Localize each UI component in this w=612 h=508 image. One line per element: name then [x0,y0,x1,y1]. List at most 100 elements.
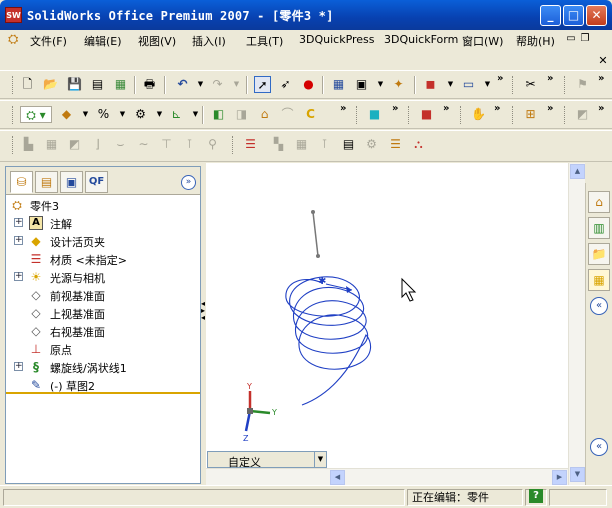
configuration-select[interactable]: 自定义 ▼ [207,451,327,469]
menu-window[interactable]: 窗口(W) [462,33,503,49]
expand-task-pane-icon[interactable]: « [590,297,608,315]
menu-file[interactable]: 文件(F) [30,33,67,49]
expand-icon[interactable]: + [14,236,23,245]
display-mode-icon[interactable]: ◆ [58,106,75,123]
minimize-button[interactable]: _ [540,5,561,26]
doc-restore-button[interactable]: ❐ [578,32,592,46]
scroll-left-icon[interactable]: ◀ [330,470,345,485]
toolbar-overflow-icon[interactable]: » [443,103,449,114]
sheet-metal-icon[interactable]: ☰ [242,136,259,153]
rebuild-icon[interactable]: ● [300,76,317,93]
tree-item-design-binder[interactable]: + ◆ 设计活页夹 [6,232,200,250]
feature-sweep-icon[interactable]: ⌂ [256,106,273,123]
menu-view[interactable]: 视图(V) [138,33,176,49]
toolbar-grip[interactable] [232,136,235,154]
tree-item-helix[interactable]: + § 螺旋线/涡状线1 [6,358,200,376]
make-assembly-icon[interactable]: ▦ [112,76,129,93]
sketch-color-icon[interactable]: ■ [366,106,383,123]
menu-edit[interactable]: 编辑(E) [84,33,122,49]
tree-item-front-plane[interactable]: ◇ 前视基准面 [6,286,200,304]
select-other-icon[interactable]: ➶ [277,76,294,93]
panel-splitter[interactable]: ◂ ▸ ◂ [201,300,205,322]
toolbar-overflow-icon[interactable]: » [547,73,553,84]
rollback-bar[interactable] [6,392,200,394]
doc-minimize-button[interactable]: ▭ [564,32,578,46]
hide-show-dropdown-icon[interactable]: ▼ [114,106,131,123]
display-style-icon[interactable]: ▣ [353,76,370,93]
layout-icon[interactable]: ☰ [387,136,404,153]
undo-dropdown-icon[interactable]: ▼ [192,76,209,93]
tree-item-lights-cameras[interactable]: + ☀ 光源与相机 [6,268,200,286]
toolbar-overflow-icon[interactable]: » [547,103,553,114]
toolbar-grip[interactable] [512,76,515,94]
hide-show-icon[interactable]: % [95,106,112,123]
view-orientation-icon[interactable]: ⛭ ▾ [20,106,52,123]
configurationmanager-tab-icon[interactable]: ▣ [60,171,83,193]
vertical-scrollbar[interactable]: ▲ ▼ [568,163,585,485]
toolbar-overflow-icon[interactable]: » [497,73,503,84]
expand-task-pane-icon[interactable]: « [590,438,608,456]
menu-3dquickpress[interactable]: 3DQuickPress [299,33,375,46]
toolbox-icon[interactable]: ⛬ [410,136,427,153]
solidworks-resources-icon[interactable]: ◼ [422,76,439,93]
photoworks-icon[interactable]: ✦ [390,76,407,93]
feature-fillet-icon[interactable]: C [302,106,319,123]
model-view[interactable]: ✱ Y Y Z [206,163,584,485]
open-folder-icon[interactable]: 📂 [42,76,59,93]
scroll-right-icon[interactable]: ▶ [552,470,567,485]
scroll-up-icon[interactable]: ▲ [570,164,585,179]
toolbar-overflow-icon[interactable]: » [392,103,398,114]
toolbar-overflow-icon[interactable]: » [340,103,346,114]
make-drawing-icon[interactable]: ▤ [89,76,106,93]
horizontal-scrollbar[interactable]: ◀ ▶ [206,468,568,485]
menu-help[interactable]: 帮助(H) [516,33,555,49]
toolbar-grip[interactable] [12,136,15,154]
home-icon[interactable]: ⌂ [588,191,610,213]
help-icon[interactable]: ? [529,489,543,503]
display-mode-dropdown-icon[interactable]: ▼ [77,106,94,123]
toolbar-grip[interactable] [512,106,515,124]
propertymanager-tab-icon[interactable]: ▤ [35,171,58,193]
menu-3dquickform[interactable]: 3DQuickForm [384,33,458,46]
tree-item-part[interactable]: ⛭ 零件3 [6,196,200,214]
toolbar-grip[interactable] [460,106,463,124]
measure-icon[interactable]: ✂ [522,76,539,93]
quickform-tab-icon[interactable]: QF [85,171,108,193]
maximize-button[interactable]: □ [563,5,584,26]
scroll-down-icon[interactable]: ▼ [570,467,585,482]
tree-item-origin[interactable]: ⊥ 原点 [6,340,200,358]
graphics-area[interactable]: ✱ Y Y Z [206,163,584,485]
menu-insert[interactable]: 插入(I) [192,33,226,49]
resources-icon[interactable]: ▥ [588,217,610,239]
toolbar-grip[interactable] [408,106,411,124]
collapse-panel-icon[interactable]: » [181,175,196,190]
toolbar-grip[interactable] [564,76,567,94]
tree-item-right-plane[interactable]: ◇ 右视基准面 [6,322,200,340]
edit-appearance-icon[interactable]: ⚙ [132,106,149,123]
display-style-dropdown-icon[interactable]: ▼ [372,76,389,93]
expand-icon[interactable]: + [14,272,23,281]
window-layout-icon[interactable]: ▭ [460,76,477,93]
feature-extrude-icon[interactable]: ◧ [210,106,227,123]
close-button[interactable]: ✕ [586,5,607,26]
apply-scene-icon[interactable]: ⊾ [168,106,185,123]
chevron-down-icon[interactable]: ▼ [314,452,326,467]
select-icon[interactable]: ➚ [254,76,271,93]
toolbar-overflow-icon[interactable]: » [598,73,604,84]
toolbar-overflow-icon[interactable]: » [598,103,604,114]
mold-tools-icon[interactable]: ⊞ [522,106,539,123]
save-icon[interactable]: 💾 [66,76,83,93]
solidworks-logo-icon[interactable]: SW [5,7,22,23]
file-explorer-icon[interactable]: ▦ [588,269,610,291]
design-library-icon[interactable]: 📁 [588,243,610,265]
toolbar-grip[interactable] [12,76,15,94]
expand-icon[interactable]: + [14,362,23,371]
options-grid-icon[interactable]: ▦ [330,76,347,93]
undo-icon[interactable]: ↶ [174,76,191,93]
menu-tools[interactable]: 工具(T) [246,33,283,49]
toolbar-overflow-icon[interactable]: » [494,103,500,114]
expand-icon[interactable]: + [14,218,23,227]
record-macro-icon[interactable]: ■ [418,106,435,123]
toolbar-grip[interactable] [564,106,567,124]
table-icon[interactable]: ▤ [340,136,357,153]
